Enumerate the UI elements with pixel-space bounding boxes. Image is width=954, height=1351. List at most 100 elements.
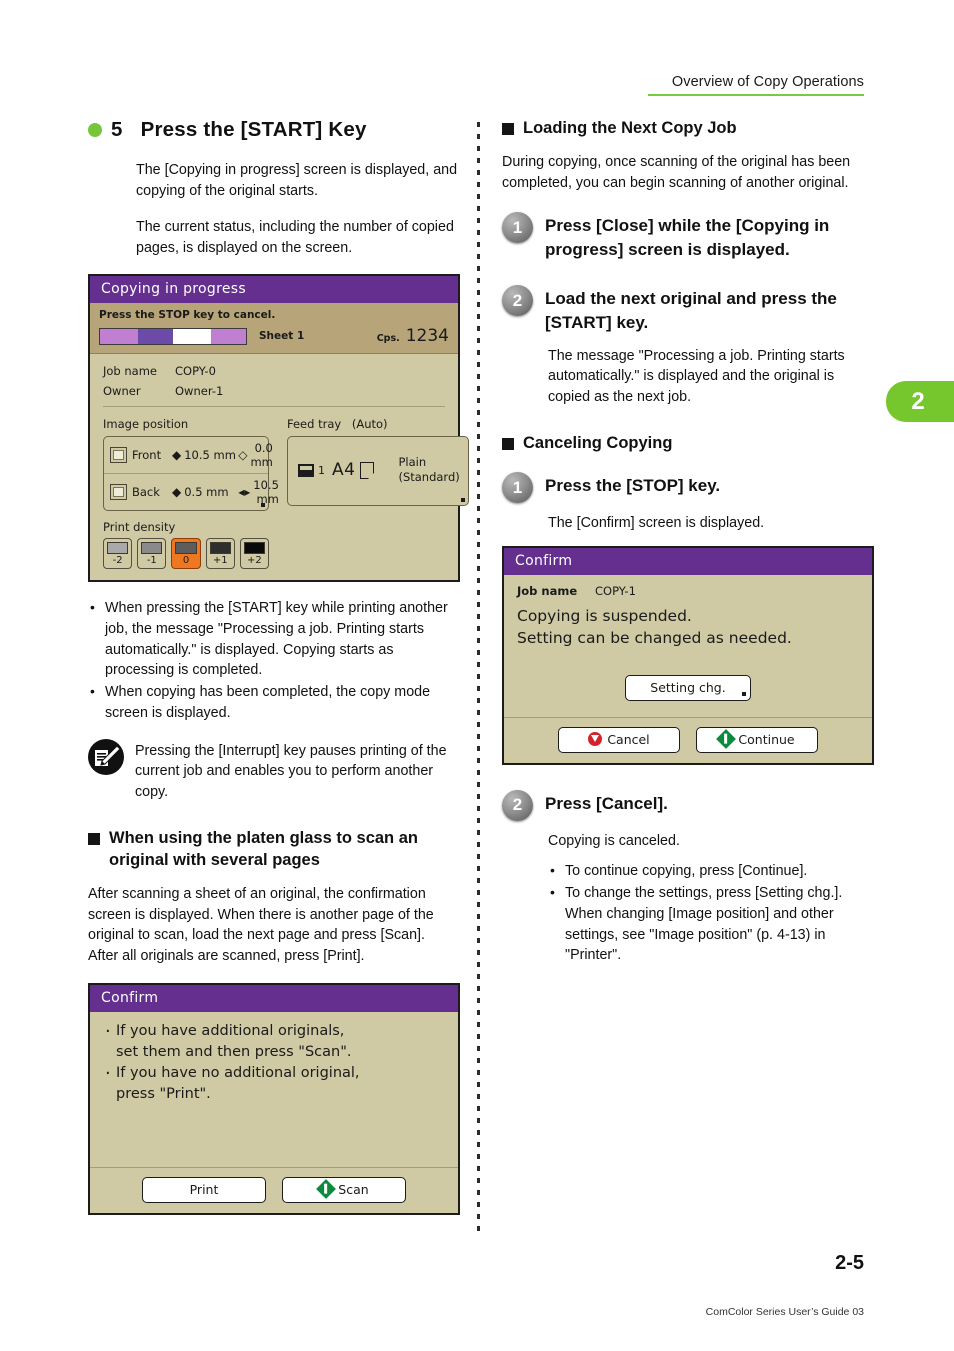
step-2-description: Copying is canceled. (548, 832, 680, 849)
scan-button-label: Scan (338, 1181, 369, 1197)
horizontal-shift-icon-back: ◂▸ (238, 485, 251, 500)
density-swatch (209, 542, 231, 555)
print-button-label: Print (189, 1181, 219, 1197)
start-diamond-icon (716, 729, 737, 750)
step-number-circle: 1 (502, 212, 533, 244)
front-label: Front (132, 448, 162, 463)
vertical-shift-icon: ◆ (172, 448, 182, 463)
setting-change-label: Setting chg. (650, 679, 726, 695)
density-label: -1 (146, 555, 157, 567)
panel-status-area: Press the STOP key to cancel. Sheet 1 Cp… (90, 303, 458, 355)
density-swatch (243, 542, 266, 555)
numbered-step-2-load-original: 2 Load the next original and press the [… (502, 284, 874, 335)
chapter-tab: 2 (886, 381, 954, 422)
owner-label: Owner (103, 384, 141, 399)
copying-in-progress-panel: Copying in progress Press the STOP key t… (88, 274, 469, 583)
image-position-label: Image position (103, 417, 189, 432)
density-button-minus2[interactable]: -2 (103, 538, 133, 570)
list-item: To continue copying, press [Continue]. (548, 860, 874, 882)
job-name-value: COPY-0 (175, 364, 216, 379)
numbered-step-1-stop-key: 1 Press the [STOP] key. (502, 471, 874, 504)
print-density-label: Print density (103, 520, 176, 535)
back-horizontal-value: 10.5 mm (253, 478, 279, 507)
image-position-box[interactable]: Front ◆ 10.5 mm ◇ 0.0 mm Back ◆ 0.5 mm ◂… (103, 436, 279, 512)
density-button-plus2[interactable]: +2 (239, 538, 270, 570)
feed-tray-box[interactable]: 1 A4 Plain (Standard) (287, 436, 469, 507)
job-name-label: Job name (517, 583, 578, 598)
step-number-circle: 2 (502, 285, 533, 317)
cps-counter: Cps. 1234 (377, 326, 449, 346)
image-position-group: Image position Front ◆ 10.5 mm ◇ 0.0 mm (103, 417, 279, 570)
continue-button[interactable]: Continue (696, 726, 818, 753)
confirm-bullet-list: If you have additional originals, set th… (103, 1019, 445, 1105)
cancel-bullet-list: To continue copying, press [Continue]. T… (548, 860, 874, 966)
step5-bullet-list: When pressing the [START] key while prin… (88, 597, 460, 723)
setting-change-button[interactable]: Setting chg. (625, 674, 751, 701)
step-number-circle: 1 (502, 472, 533, 504)
step-5-number: 5 (111, 118, 123, 141)
confirm-panel-footer: Print Scan (90, 1166, 458, 1213)
cancel-button-label: Cancel (607, 731, 650, 747)
continue-button-label: Continue (738, 731, 795, 747)
tray-icon (298, 463, 314, 477)
print-button[interactable]: Print (142, 1176, 266, 1203)
step-title: Load the next original and press the [ST… (545, 289, 837, 333)
density-swatch (175, 542, 197, 555)
density-label: 0 (182, 555, 190, 567)
cancel-button[interactable]: Cancel (558, 726, 680, 753)
list-item: When pressing the [START] key while prin… (88, 597, 460, 681)
stop-key-hint: Press the STOP key to cancel. (99, 309, 276, 322)
job-name-label: Job name (103, 364, 157, 379)
note-block: Pressing the [Interrupt] key pauses prin… (88, 738, 460, 803)
loading-next-job-intro: During copying, once scanning of the ori… (502, 153, 851, 191)
cancel-stop-icon (588, 732, 603, 747)
density-button-zero[interactable]: 0 (171, 538, 201, 570)
confirm-panel-footer: Cancel Continue (504, 716, 872, 763)
confirm-bullet-1-line1: If you have additional originals, (103, 1019, 445, 1045)
right-column: Loading the Next Copy Job During copying… (502, 118, 874, 980)
page-back-icon (110, 484, 127, 501)
confirm-bullet-1-line2: set them and then press "Scan". (116, 1043, 352, 1060)
start-diamond-icon (316, 1179, 337, 1199)
step-1-description: The [Confirm] screen is displayed. (548, 515, 765, 532)
confirm-bullet-2-line2: press "Print". (116, 1085, 211, 1102)
density-label: +1 (212, 555, 228, 567)
platen-glass-heading: When using the platen glass to scan an o… (88, 828, 460, 872)
step-title: Press [Cancel]. (545, 793, 668, 813)
print-density-row: -2 -1 0 +1 +2 (103, 538, 270, 570)
column-divider (477, 122, 480, 1232)
running-head-rule (648, 94, 864, 96)
section-square-icon (502, 438, 514, 451)
feed-tray-group: Feed tray (Auto) 1 A4 Plain (Standard) (269, 417, 469, 569)
numbered-step-2-press-cancel: 2 Press [Cancel]. (502, 789, 874, 821)
colophon: ComColor Series User’s Guide 03 (705, 1306, 864, 1318)
step-2-description: The message "Processing a job. Printing … (548, 347, 845, 405)
confirm-bullet-2-line1: If you have no additional original, (103, 1061, 445, 1087)
tray-number: 1 (318, 463, 325, 477)
density-swatch (141, 542, 163, 555)
step-title: Press [Close] while the [Copying in prog… (545, 216, 830, 260)
note-pencil-icon (88, 738, 124, 775)
horizontal-shift-icon: ◇ (238, 448, 248, 463)
scan-button[interactable]: Scan (282, 1176, 406, 1203)
front-horizontal-value: 0.0 mm (250, 441, 273, 470)
panel-separator (103, 406, 445, 408)
confirm-panel-body: If you have additional originals, set th… (90, 1012, 458, 1167)
paper-orientation-icon (360, 461, 375, 479)
confirm-suspended-panel: Confirm Job name COPY-1 Copying is suspe… (502, 545, 874, 765)
paper-type: Plain (Standard) (398, 455, 459, 485)
progress-bar (99, 327, 247, 345)
settings-columns: Image position Front ◆ 10.5 mm ◇ 0.0 mm (103, 417, 469, 570)
job-name-row: Job name COPY-1 (517, 584, 859, 598)
platen-glass-text: After scanning a sheet of an original, t… (88, 886, 434, 964)
confirm-panel-title: Confirm (90, 984, 458, 1012)
density-button-minus1[interactable]: -1 (137, 538, 167, 570)
loading-next-job-heading: Loading the Next Copy Job (502, 118, 874, 140)
step-title: Press the [STOP] key. (545, 476, 721, 496)
image-position-back-row: Back ◆ 0.5 mm ◂▸ 10.5 mm (104, 473, 279, 510)
progress-row: Sheet 1 Cps. 1234 (99, 326, 449, 346)
left-column: 5 Press the [START] Key The [Copying in … (88, 118, 469, 1221)
canceling-copying-heading-text: Canceling Copying (523, 434, 673, 453)
front-vertical-value: 10.5 mm (184, 448, 236, 463)
density-button-plus1[interactable]: +1 (205, 538, 235, 570)
